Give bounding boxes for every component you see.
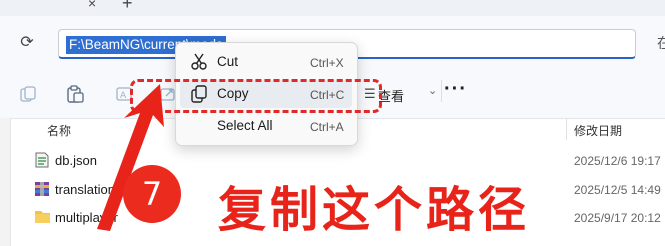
annotation-text: 复制这个路径 (218, 182, 531, 238)
step-number-badge: 7 (123, 165, 181, 223)
